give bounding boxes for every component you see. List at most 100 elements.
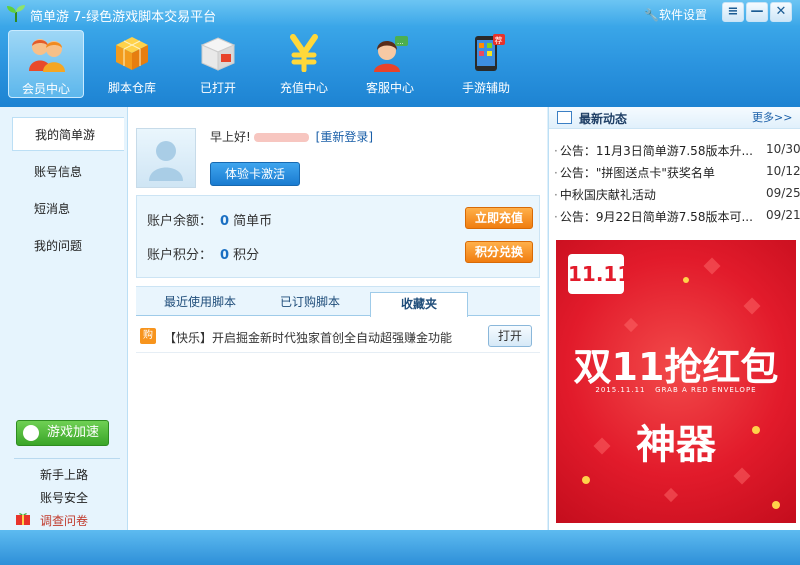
news-date: 10/30 — [766, 142, 800, 156]
news-text: 公告：9月22日简单游7.58版本可... — [559, 210, 753, 224]
account-summary: 账户余额： 0 简单币 立即充值 账户积分： 0 积分 积分兑换 — [136, 195, 540, 278]
news-item[interactable]: · 公告：11月3日简单游7.58版本升... 10/30 — [554, 142, 800, 162]
news-icon — [557, 111, 572, 124]
bullet-icon: · — [554, 210, 558, 224]
tab-recent-scripts[interactable]: 最近使用脚本 — [164, 293, 236, 310]
double-eleven-badge: 11.11 — [568, 254, 631, 294]
news-text: 公告：11月3日简单游7.58版本升... — [559, 144, 753, 158]
nav-label: 会员中心 — [21, 82, 70, 96]
survey-link[interactable]: 调查问卷 — [40, 512, 88, 529]
nav-mobile-game-assist[interactable]: 荐 手游辅助 — [448, 30, 524, 98]
news-text: 公告："拼图送点卡"获奖名单 — [559, 166, 715, 180]
left-sidebar: 我的简单游 账号信息 短消息 我的问题 游戏加速 新手上路 账号安全 调查问卷 — [0, 107, 127, 530]
news-header: 最新动态 更多>> — [549, 107, 800, 129]
promo-banner[interactable]: 11.11 双11抢红包 2015.11.11 GRAB A RED ENVEL… — [556, 240, 796, 523]
trial-card-activate-button[interactable]: 体验卡激活 — [210, 162, 300, 186]
main-nav: 会员中心 脚本仓库 已打开 充值中心 ... 客服中心 荐 手游辅助 — [8, 30, 528, 100]
script-tabs: 最近使用脚本 已订购脚本 收藏夹 — [136, 286, 540, 317]
greeting-text: 早上好! — [210, 130, 251, 144]
balance-label: 账户余额： — [147, 214, 213, 229]
banner-subtitle: GRAB A RED ENVELOPE — [655, 386, 757, 394]
phone-icon: 荐 — [475, 34, 505, 71]
minimize-button[interactable]: — — [746, 2, 768, 22]
balance-value: 0 — [220, 214, 230, 229]
news-item[interactable]: · 中秋国庆献礼活动 09/25 — [554, 186, 800, 206]
banner-headline: 双11抢红包 — [573, 345, 779, 389]
user-avatar-icon — [149, 141, 183, 181]
points-label: 账户积分： — [147, 248, 213, 263]
sidebar-item-my-account[interactable]: 我的简单游 — [12, 117, 124, 151]
status-bar — [0, 530, 800, 565]
more-news-link[interactable]: 更多>> — [752, 109, 792, 125]
relogin-link[interactable]: [重新登录] — [316, 130, 373, 144]
recharge-now-button[interactable]: 立即充值 — [465, 207, 533, 229]
avatar — [136, 128, 196, 188]
app-logo-icon — [7, 5, 25, 23]
masked-username — [253, 133, 309, 142]
title-bar: 简单游 7-绿色游戏脚本交易平台 🔧软件设置 ≡ — ✕ — [0, 0, 800, 28]
gift-icon — [16, 513, 30, 525]
nav-label: 充值中心 — [279, 81, 328, 95]
support-icon: ... — [374, 36, 408, 72]
news-item[interactable]: · 公告："拼图送点卡"获奖名单 10/12 — [554, 164, 800, 184]
news-date: 10/12 — [766, 164, 800, 178]
sidebar-divider — [14, 458, 120, 459]
shop-icon: 购 — [140, 328, 156, 344]
app-title: 简单游 7-绿色游戏脚本交易平台 — [30, 10, 217, 25]
nav-recharge-center[interactable]: 充值中心 — [266, 30, 342, 98]
list-item: 购 【快乐】开启掘金新时代独家首创全自动超强赚金功能 打开 — [136, 321, 540, 353]
right-panel: 最新动态 更多>> · 公告：11月3日简单游7.58版本升... 10/30 ·… — [548, 107, 800, 530]
banner-footer-text: 神器 — [636, 422, 716, 468]
banner-date: 2015.11.11 — [595, 386, 646, 394]
balance-unit: 简单币 — [233, 214, 273, 229]
news-date: 09/21 — [766, 208, 800, 222]
nav-label: 脚本仓库 — [107, 81, 156, 95]
member-icon — [29, 39, 65, 72]
nav-label: 客服中心 — [365, 81, 414, 95]
nav-label: 已打开 — [199, 81, 236, 95]
tab-favorites[interactable]: 收藏夹 — [370, 292, 468, 317]
points-row: 账户积分： 0 积分 — [147, 244, 259, 263]
nav-member-center[interactable]: 会员中心 — [8, 30, 84, 98]
points-value: 0 — [220, 248, 230, 263]
bullet-icon: · — [554, 188, 558, 202]
recommend-badge: 荐 — [495, 35, 503, 45]
nav-script-warehouse[interactable]: 脚本仓库 — [94, 30, 170, 98]
points-unit: 积分 — [233, 248, 260, 263]
top-bar: 简单游 7-绿色游戏脚本交易平台 🔧软件设置 ≡ — ✕ 会员中心 脚本仓库 已… — [0, 0, 800, 107]
wrench-icon: 🔧 — [644, 8, 659, 22]
game-accelerate-button[interactable]: 游戏加速 — [16, 420, 109, 446]
account-security-link[interactable]: 账号安全 — [40, 489, 88, 506]
news-date: 09/25 — [766, 186, 800, 200]
close-button[interactable]: ✕ — [770, 2, 792, 22]
game-accelerate-label: 游戏加速 — [47, 425, 100, 440]
menu-button[interactable]: ≡ — [722, 2, 744, 22]
svg-text:...: ... — [397, 38, 404, 46]
sidebar-item-messages[interactable]: 短消息 — [12, 192, 124, 226]
sidebar-item-my-questions[interactable]: 我的问题 — [12, 229, 124, 263]
balance-row: 账户余额： 0 简单币 — [147, 210, 272, 229]
cube-icon — [116, 37, 148, 70]
favorite-script-title: 【快乐】开启掘金新时代独家首创全自动超强赚金功能 — [164, 331, 453, 345]
nav-opened[interactable]: 已打开 — [180, 30, 256, 98]
bullet-icon: · — [554, 166, 558, 180]
greeting-line: 早上好! [重新登录] — [210, 128, 373, 145]
nav-customer-service[interactable]: ... 客服中心 — [352, 30, 428, 98]
banner-subline: 2015.11.11 GRAB A RED ENVELOPE — [556, 386, 796, 394]
points-exchange-button[interactable]: 积分兑换 — [465, 241, 533, 263]
news-text: 中秋国庆献礼活动 — [559, 188, 656, 202]
bullet-icon: · — [554, 144, 558, 158]
sidebar-item-account-info[interactable]: 账号信息 — [12, 155, 124, 189]
beginner-guide-link[interactable]: 新手上路 — [40, 466, 88, 483]
yen-icon — [290, 34, 318, 72]
speed-icon — [23, 425, 39, 441]
news-item[interactable]: · 公告：9月22日简单游7.58版本可... 09/21 — [554, 208, 800, 228]
tab-ordered-scripts[interactable]: 已订购脚本 — [280, 293, 340, 310]
software-settings-link[interactable]: 🔧软件设置 — [644, 6, 707, 23]
news-title: 最新动态 — [579, 112, 628, 126]
nav-label: 手游辅助 — [461, 81, 510, 95]
box-icon — [200, 37, 236, 71]
settings-label: 软件设置 — [658, 8, 707, 22]
open-button[interactable]: 打开 — [488, 325, 532, 347]
main-panel: 早上好! [重新登录] 体验卡激活 账户余额： 0 简单币 立即充值 账户积分： 0 积… — [127, 107, 547, 530]
